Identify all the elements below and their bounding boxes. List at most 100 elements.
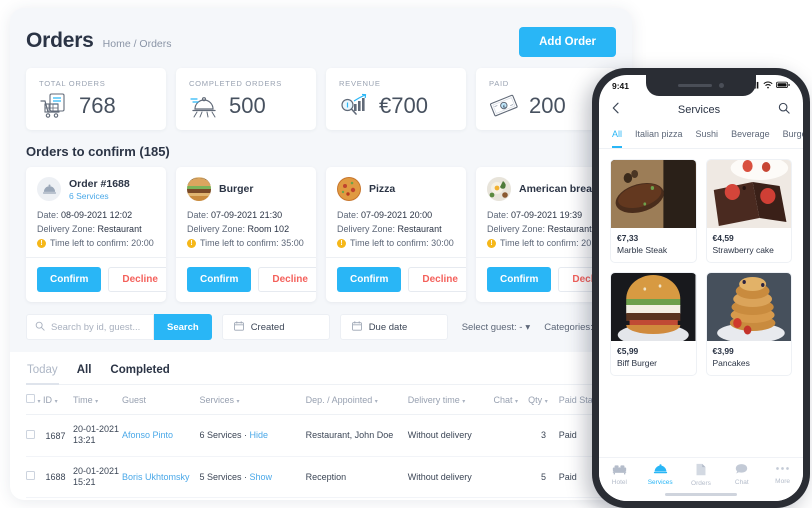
cell-chat[interactable] [493,414,529,457]
guest-link[interactable]: Boris Ukhtomsky [122,472,190,482]
screenshot-root: Orders Home / Orders Add Order TOTAL ORD… [0,0,812,508]
order-card-subtitle[interactable]: 6 Services [69,191,130,201]
zone-value: Restaurant [547,224,592,234]
zone-label: Delivery Zone: [337,224,396,234]
date-label: Date: [337,210,359,220]
tabbar-item-more[interactable]: More [762,463,803,485]
order-confirm-card[interactable]: Burger Date: 07-09-2021 21:30 Delivery Z… [176,167,316,302]
col-label: Chat [493,394,513,405]
sort-caret-icon[interactable]: ▾ [95,399,98,405]
row-checkbox[interactable] [26,429,35,439]
confirm-button[interactable]: Confirm [37,267,102,292]
breadcrumb[interactable]: Home / Orders [103,38,172,50]
row-checkbox[interactable] [26,471,35,481]
search-field-wrap[interactable] [26,314,154,340]
food-card[interactable]: €4,59 Strawberry cake [705,159,792,263]
confirm-button[interactable]: Confirm [487,267,552,292]
cell-services: 10 Services · Show [199,497,306,500]
decline-button[interactable]: Decline [108,267,166,292]
order-zone-line: Delivery Zone: Room 102 [187,224,305,234]
tab-today[interactable]: Today [26,352,59,385]
sort-caret-icon[interactable]: ▾ [375,399,378,405]
status-time: 9:41 [612,80,630,91]
col-time[interactable]: Time ▾ [72,385,122,415]
category-tab-italian-pizza[interactable]: Italian pizza [635,129,683,148]
stat-value: 768 [79,93,116,118]
col-delivery-time[interactable]: Delivery time ▾ [407,385,494,415]
col-label: Services [199,394,235,405]
stat-card-total-orders: TOTAL ORDERS 768 [26,68,166,130]
add-order-button[interactable]: Add Order [519,27,616,57]
order-zone-line: Delivery Zone: Restaurant [337,224,455,234]
food-card[interactable]: €3,99 Pancakes [705,272,792,376]
stat-label: PAID [489,79,509,88]
col-guest[interactable]: Guest [121,385,200,415]
col-chat[interactable]: Chat ▾ [493,385,529,415]
category-tab-beverage[interactable]: Beverage [731,129,770,148]
created-date-filter[interactable]: Created [221,314,330,340]
phone-notch [646,75,756,96]
col-qty[interactable]: Qty ▾ [528,385,559,415]
marble-steak-photo [611,160,696,228]
cell-qty: 3 [528,414,559,457]
decline-button[interactable]: Decline [408,267,466,292]
category-tab-burger[interactable]: Burger [783,129,803,148]
phone-screen: 9:41 Services All Italian pizza Sushi Be… [599,75,803,501]
cloche-avatar-icon [37,177,61,201]
select-all-checkbox[interactable] [26,394,35,403]
table-row[interactable]: 1689 20-01-2021 15:21 Carla Wildner 10 S… [26,497,616,500]
cell-chat[interactable] [493,456,529,498]
chevron-down-icon[interactable]: ▾ [38,399,41,405]
back-chevron-icon[interactable] [612,101,620,119]
order-confirm-card[interactable]: Order #1688 6 Services Date: 08-09-2021 … [26,167,166,302]
front-camera-icon [719,83,724,88]
pancakes-photo [706,273,791,343]
cell-chat[interactable] [493,497,529,500]
cell-delivery: Without delivery [407,414,494,457]
cell-services: 5 Services · Show [199,456,306,498]
tabbar-item-orders[interactable]: Orders [681,463,722,487]
tab-completed[interactable]: Completed [109,352,170,384]
tabbar-item-chat[interactable]: Chat [721,463,762,486]
page-title: Orders [26,29,94,52]
order-confirm-card[interactable]: Pizza Date: 07-09-2021 20:00 Delivery Zo… [326,167,466,302]
table-row[interactable]: 1688 20-01-2021 15:21 Boris Ukhtomsky 5 … [26,456,616,498]
confirm-button[interactable]: Confirm [337,267,402,292]
cell-dep: Restaurant, John Doe [305,414,408,457]
due-date-filter[interactable]: Due date [339,314,448,340]
tabbar-label: More [775,478,790,485]
category-tab-all[interactable]: All [612,129,623,148]
col-id[interactable]: ▾ ID ▾ [26,385,73,415]
tabbar-item-hotel[interactable]: Hotel [599,463,640,486]
decline-button[interactable]: Decline [258,267,316,292]
tabbar-label: Chat [734,479,749,486]
col-dep-appointed[interactable]: Dep. / Appointed ▾ [305,385,408,415]
search-button[interactable]: Search [154,314,212,340]
confirm-button[interactable]: Confirm [187,267,252,292]
orders-to-confirm-row: Order #1688 6 Services Date: 08-09-2021 … [10,167,632,302]
sort-caret-icon[interactable]: ▾ [462,399,465,405]
tabbar-item-services[interactable]: Services [640,463,681,486]
food-card[interactable]: €5,99 Biff Burger [610,272,697,376]
services-toggle-link[interactable]: Hide [250,430,269,440]
search-icon[interactable] [778,101,790,119]
sort-caret-icon[interactable]: ▾ [515,399,518,405]
table-row[interactable]: 1687 20-01-2021 13:21 Afonso Pinto 6 Ser… [26,414,616,457]
cell-guest: Afonso Pinto [121,414,200,457]
col-services[interactable]: Services ▾ [199,385,306,415]
food-card[interactable]: €7,33 Marble Steak [610,159,697,263]
cloche-icon [653,463,668,477]
burger-photo-avatar [187,177,211,201]
category-tab-sushi[interactable]: Sushi [696,129,719,148]
guest-link[interactable]: Afonso Pinto [122,430,173,440]
tab-all[interactable]: All [76,352,93,384]
cell-services: 6 Services · Hide [199,414,306,457]
search-input[interactable] [51,321,145,333]
sort-caret-icon[interactable]: ▾ [237,399,240,405]
food-cloche-icon [189,92,219,120]
services-toggle-link[interactable]: Show [250,472,273,482]
sort-caret-icon[interactable]: ▾ [55,399,58,405]
sort-caret-icon[interactable]: ▾ [545,399,548,405]
orders-table: ▾ ID ▾ Time ▾ Guest Services ▾ Dep. / Ap… [26,385,616,500]
select-guest-filter[interactable]: Select guest: - ▾ [462,322,531,333]
